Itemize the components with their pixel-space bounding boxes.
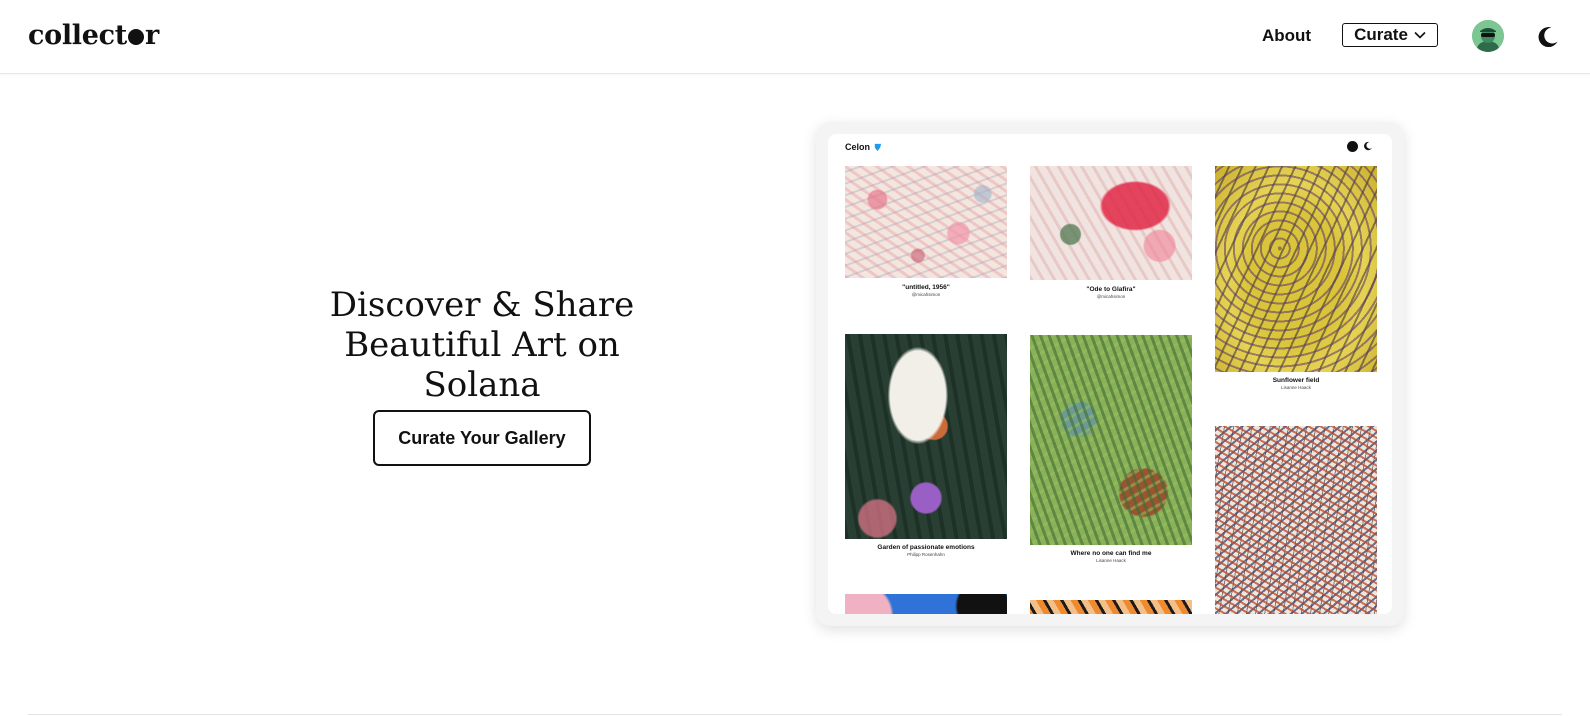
artwork-caption: Sunflower field Lisanne Haack xyxy=(1215,376,1377,391)
chevron-down-icon xyxy=(1414,31,1426,39)
artwork-thumbnail xyxy=(1030,166,1192,280)
artwork-artist: Lisanne Haack xyxy=(1096,558,1126,563)
about-link[interactable]: About xyxy=(1262,26,1311,46)
preview-theme-toggle-icon xyxy=(1347,141,1358,152)
preview-moon-icon xyxy=(1364,141,1372,151)
artwork-thumbnail xyxy=(1215,166,1377,372)
artwork-artist: @micahsimon xyxy=(1096,294,1126,299)
artwork-title: "untitled, 1956" xyxy=(902,284,950,291)
moon-icon[interactable] xyxy=(1536,25,1560,49)
artwork-title: Where no one can find me xyxy=(1070,550,1152,557)
artwork-artist: Philipp Rosenhahn xyxy=(907,552,945,557)
artwork-thumbnail xyxy=(1215,426,1377,614)
curate-label: Curate xyxy=(1354,25,1408,44)
curate-your-gallery-button[interactable]: Curate Your Gallery xyxy=(373,410,591,466)
artwork-thumbnail xyxy=(1030,335,1192,545)
footer-divider xyxy=(28,714,1562,715)
hero-title: Discover & Share Beautiful Art on Solana xyxy=(282,285,682,405)
artwork-thumbnail xyxy=(845,166,1007,278)
hero-title-line1: Discover & Share xyxy=(329,285,635,325)
artwork-caption: Where no one can find me Lisanne Haack xyxy=(1030,549,1192,564)
artwork-caption: "untitled, 1956" @micahsimon xyxy=(845,283,1007,298)
artwork-artist: @micahsimon xyxy=(911,292,941,297)
curate-dropdown-button[interactable]: Curate xyxy=(1342,23,1438,47)
hero-title-line2: Beautiful Art on Solana xyxy=(344,325,620,405)
artwork-thumbnail xyxy=(845,334,1007,539)
artwork-artist: Lisanne Haack xyxy=(1281,385,1311,390)
gallery-preview-card: Celon "untitled, 1956" @micahsimon Garde… xyxy=(816,122,1404,626)
artwork-caption: "Ode to Glafira" @micahsimon xyxy=(1030,285,1192,300)
avatar-character-icon xyxy=(1472,20,1504,52)
user-avatar[interactable] xyxy=(1472,20,1504,52)
top-nav-bar: collect r About Curate xyxy=(0,0,1590,74)
preview-username: Celon xyxy=(845,142,871,152)
collector-logo[interactable]: collect r xyxy=(28,18,159,54)
artwork-title: "Ode to Glafira" xyxy=(1086,286,1136,293)
artwork-title: Garden of passionate emotions xyxy=(877,544,975,551)
artwork-caption: Garden of passionate emotions Philipp Ro… xyxy=(845,543,1007,558)
artwork-thumbnail xyxy=(1030,600,1192,614)
logo-text-start: collect xyxy=(28,20,127,51)
verified-badge-icon xyxy=(874,143,882,152)
logo-dot-icon xyxy=(127,29,144,45)
artwork-title: Sunflower field xyxy=(1272,377,1320,384)
logo-text-end: r xyxy=(144,20,159,51)
gallery-preview-screen: Celon "untitled, 1956" @micahsimon Garde… xyxy=(828,134,1392,614)
artwork-thumbnail xyxy=(845,594,1007,614)
